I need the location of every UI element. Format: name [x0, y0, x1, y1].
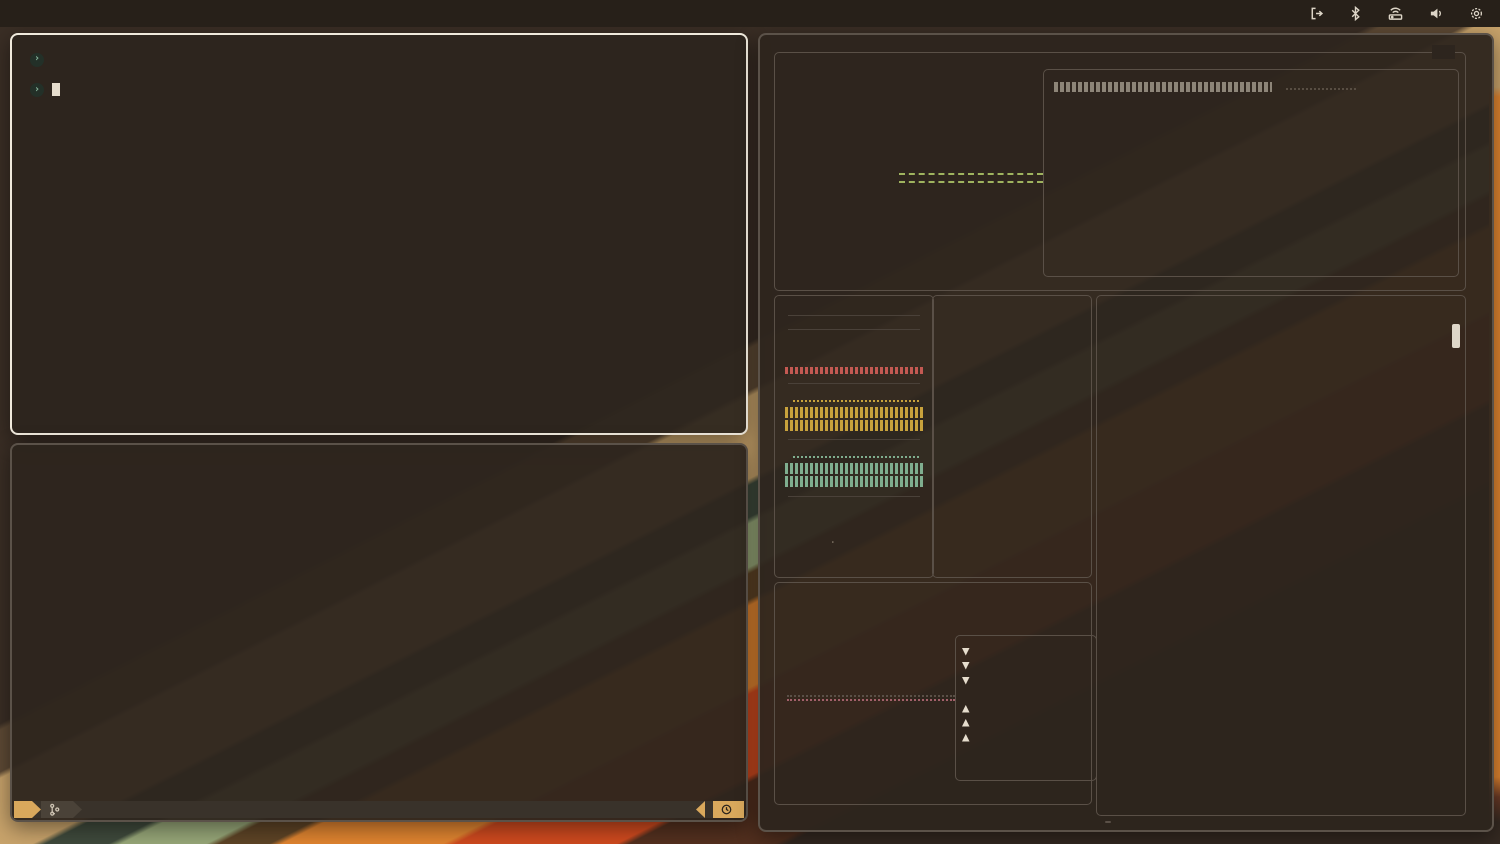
proc-scrollbar[interactable] [1452, 324, 1460, 348]
cached-graph [785, 476, 923, 487]
cpu-core-box [1043, 69, 1459, 277]
system-tray [1309, 6, 1500, 21]
terminal-window[interactable]: › › [10, 33, 748, 435]
btop-window[interactable]: . [758, 33, 1494, 832]
cpu-total-meter [1054, 82, 1272, 92]
bluetooth-icon[interactable] [1349, 6, 1362, 21]
volume-icon[interactable] [1429, 6, 1444, 21]
available-graph [785, 407, 923, 418]
net-graph [787, 601, 955, 789]
cached-graph [785, 463, 923, 474]
prompt-icon: › [30, 53, 44, 67]
mode-indicator [14, 801, 32, 818]
cpu-box [774, 52, 1466, 291]
prompt-line: › [30, 52, 746, 67]
code-editor[interactable] [230, 450, 744, 802]
file-tree [12, 450, 230, 802]
top-bar [0, 0, 1500, 27]
logout-icon[interactable] [1309, 6, 1324, 21]
clock-icon [721, 804, 732, 815]
prompt-icon: › [30, 83, 44, 97]
proc-footer [1105, 821, 1457, 823]
disks-box [932, 295, 1092, 578]
ls-header-row [30, 68, 746, 82]
proc-box [1096, 295, 1466, 816]
statusline-clock [713, 801, 744, 818]
update-interval[interactable] [1432, 45, 1455, 59]
cpu-graph-line [899, 181, 1043, 183]
powerline-separator [32, 801, 41, 818]
net-stats-panel: ▼ ▼ ▼ ▲ ▲ ▲ [955, 635, 1097, 781]
network-icon[interactable] [1387, 6, 1404, 21]
git-branch[interactable] [41, 801, 73, 818]
cpu-temp-graph [1286, 88, 1356, 90]
prompt-line-2: › [30, 82, 746, 97]
settings-icon[interactable] [1469, 6, 1484, 21]
editor-window[interactable] [10, 443, 748, 822]
net-box: ▼ ▼ ▼ ▲ ▲ ▲ [774, 582, 1092, 805]
branch-icon [49, 803, 60, 816]
available-graph [785, 420, 923, 431]
mem-box: . [774, 295, 934, 578]
process-list[interactable] [1105, 324, 1447, 795]
powerline-separator [73, 801, 82, 818]
powerline-separator [696, 801, 705, 818]
cpu-graph-line [899, 173, 1043, 175]
used-graph [785, 367, 923, 374]
statusline [14, 801, 744, 818]
terminal-cursor [52, 83, 60, 96]
select-up-key[interactable] [1105, 821, 1111, 823]
